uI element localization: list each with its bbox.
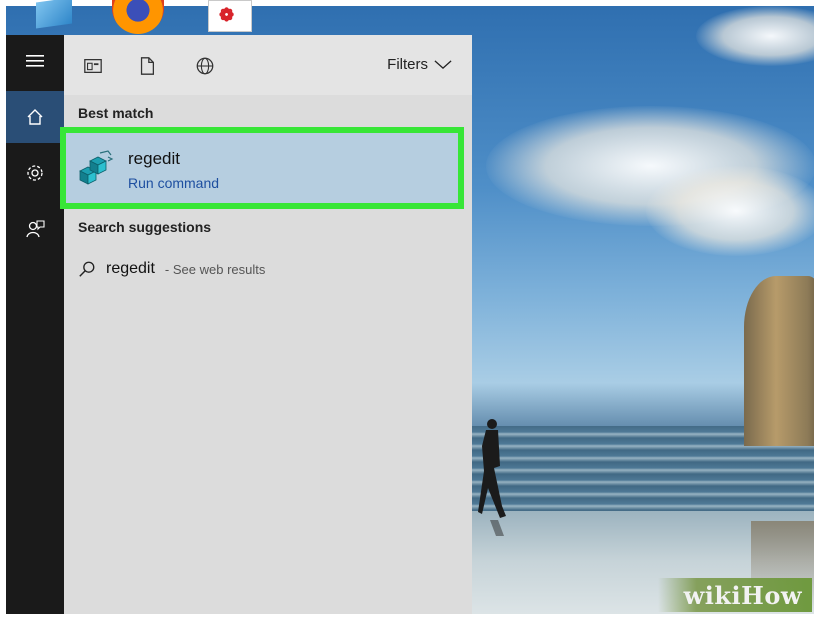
cloud: [696, 6, 814, 66]
best-match-result[interactable]: regedit Run command: [60, 127, 464, 209]
search-results-panel: Filters Best match regedit Run command S…: [60, 35, 472, 614]
feedback-icon: [26, 220, 45, 238]
acrobat-icon: ❁: [219, 5, 235, 25]
pdf-desktop-icon[interactable]: ❁: [208, 0, 252, 32]
suggestion-hint: - See web results: [164, 261, 266, 277]
filters-label: Filters: [387, 56, 428, 73]
search-suggestion-item[interactable]: regedit - See web results: [78, 257, 265, 281]
start-sidebar: [6, 35, 64, 614]
home-icon: [27, 109, 43, 125]
rock-formation: [744, 276, 814, 446]
apps-icon: [84, 59, 102, 73]
search-icon: [79, 261, 95, 277]
wikihow-watermark: wikiHow: [658, 578, 812, 612]
feedback-button[interactable]: [6, 203, 64, 255]
search-suggestions-heading: Search suggestions: [78, 219, 212, 235]
hamburger-menu-icon: [26, 55, 44, 67]
best-match-heading: Best match: [78, 105, 154, 121]
settings-button[interactable]: [6, 147, 64, 199]
tab-apps[interactable]: [82, 55, 104, 77]
tab-documents[interactable]: [136, 55, 158, 77]
hamburger-menu-button[interactable]: [6, 35, 64, 87]
registry-editor-icon: [79, 150, 114, 185]
runner-silhouette: [478, 419, 506, 536]
search-toolbar: Filters: [64, 35, 472, 95]
filters-dropdown[interactable]: Filters: [387, 56, 452, 73]
tab-web[interactable]: [194, 55, 216, 77]
gear-icon: [27, 165, 43, 181]
chevron-down-icon: [434, 60, 452, 69]
home-button[interactable]: [6, 91, 64, 143]
best-match-subtitle: Run command: [128, 175, 220, 191]
cloud: [646, 166, 814, 256]
best-match-title: regedit: [128, 149, 180, 168]
web-globe-icon: [196, 57, 214, 75]
watermark-text: wikiHow: [683, 581, 802, 610]
suggestion-query: regedit: [106, 260, 155, 277]
documents-icon: [140, 57, 154, 75]
